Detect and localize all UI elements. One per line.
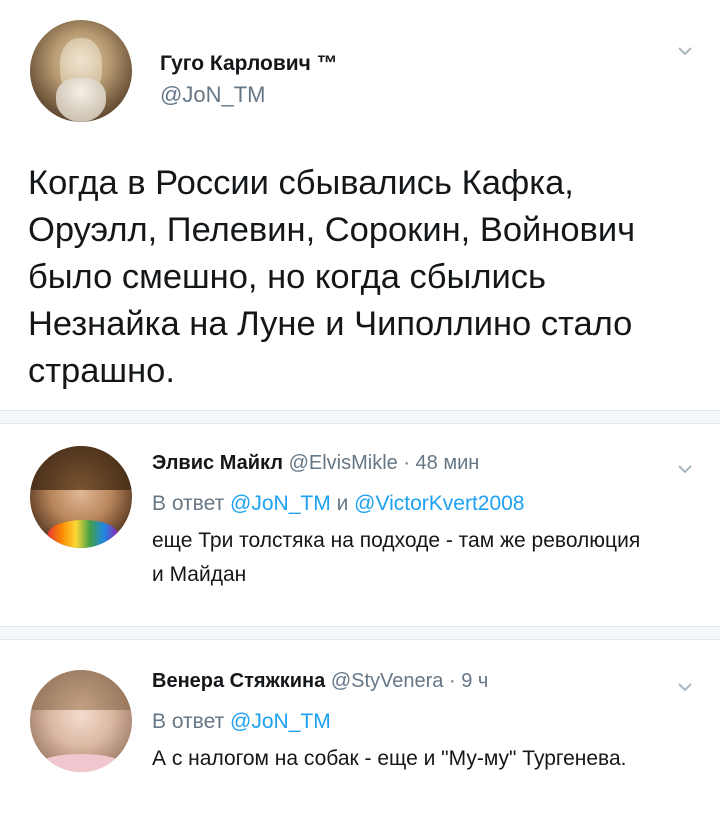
author-handle[interactable]: @JoN_TM xyxy=(160,82,265,108)
mention-link[interactable]: @JoN_TM xyxy=(230,492,331,515)
divider xyxy=(0,639,720,640)
reply-header: Элвис Майкл @ElvisMikle · 48 мин xyxy=(152,452,479,475)
avatar-hair xyxy=(30,670,132,710)
reply-author-name[interactable]: Элвис Майкл xyxy=(152,452,283,474)
reply-joiner: и xyxy=(336,492,349,515)
tweet-text: Когда в России сбывались Кафка, Оруэлл, … xyxy=(28,164,636,390)
avatar-hair xyxy=(30,446,132,490)
chevron-down-icon[interactable] xyxy=(678,44,692,58)
section-gap xyxy=(0,627,720,639)
avatar[interactable] xyxy=(30,446,132,548)
reply-prefix: В ответ xyxy=(152,710,225,733)
mention-link[interactable]: @JoN_TM xyxy=(230,710,331,733)
author-name[interactable]: Гуго Карлович ™ xyxy=(160,52,338,76)
chevron-down-icon[interactable] xyxy=(678,462,692,476)
reply-prefix: В ответ xyxy=(152,492,225,515)
avatar-shirt xyxy=(40,754,122,772)
divider xyxy=(0,423,720,424)
reply-author-handle[interactable]: @StyVenera xyxy=(331,670,444,692)
reply-author-handle[interactable]: @ElvisMikle xyxy=(289,452,398,474)
reply-author-name[interactable]: Венера Стяжкина xyxy=(152,670,325,692)
reply-text: А с налогом на собак - еще и "Му-му" Тур… xyxy=(152,747,627,770)
avatar-rainbow xyxy=(48,520,118,548)
section-gap xyxy=(0,411,720,423)
reply-text: еще Три толстяка на подходе - там же рев… xyxy=(152,529,641,586)
reply-time: · 9 ч xyxy=(448,670,489,692)
reply-header: Венера Стяжкина @StyVenera · 9 ч xyxy=(152,670,488,693)
avatar-beard xyxy=(56,78,106,122)
reply-time: · 48 мин xyxy=(403,452,480,474)
reply-context: В ответ @JoN_TM xyxy=(152,710,331,734)
avatar[interactable] xyxy=(30,670,132,772)
reply-context: В ответ @JoN_TM и @VictorKvert2008 xyxy=(152,492,525,516)
main-tweet: Гуго Карлович ™ @JoN_TM Когда в России с… xyxy=(0,0,720,410)
chevron-down-icon[interactable] xyxy=(678,680,692,694)
avatar[interactable] xyxy=(30,20,132,122)
mention-link[interactable]: @VictorKvert2008 xyxy=(354,492,524,515)
